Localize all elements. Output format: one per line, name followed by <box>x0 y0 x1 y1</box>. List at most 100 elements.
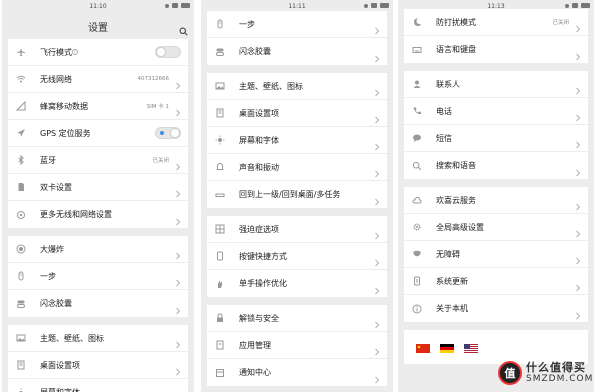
setting-row-7[interactable]: 强迫症选项 <box>207 216 387 243</box>
watermark-en: SMZDM.COM <box>526 374 594 384</box>
setting-row-8[interactable]: 按键快捷方式 <box>207 243 387 270</box>
setting-row-10[interactable]: 关于本机 <box>404 295 588 322</box>
one-step-icon <box>215 19 225 29</box>
usa-flag-icon <box>464 338 478 357</box>
gear-icon <box>412 222 422 232</box>
setting-row-6[interactable]: 欢喜云服务 <box>404 187 588 214</box>
setting-label: 桌面设置项 <box>239 108 279 118</box>
chevron-right-icon <box>374 280 380 294</box>
chevron-right-icon <box>575 80 581 95</box>
search-voice-icon <box>412 161 422 171</box>
setting-row-5[interactable]: 搜索和语音 <box>404 152 588 179</box>
setting-row-8[interactable]: 一步 <box>8 263 188 290</box>
setting-label: 蓝牙 <box>40 155 56 165</box>
chevron-right-icon <box>175 245 181 260</box>
chevron-right-icon <box>175 156 181 171</box>
setting-row-6[interactable]: 回到上一级/回到桌面/多任务 <box>207 181 387 208</box>
desktop-icon <box>215 108 225 118</box>
setting-row-7[interactable]: 大爆炸 <box>8 236 188 263</box>
sim-card-icon <box>16 182 26 192</box>
setting-row-1[interactable]: 语言和键盘 <box>404 36 588 63</box>
grid-icon <box>215 224 225 234</box>
settings-list: 飞行模式 i 无线网络 407312666 蜂窝移动数据 SIM 卡 1 GPS 定位服务蓝… <box>2 39 194 392</box>
setting-label: 短信 <box>436 133 452 143</box>
info-icon[interactable]: i <box>72 49 78 55</box>
setting-row-11[interactable]: 桌面设置项 <box>8 352 188 379</box>
chevron-right-icon <box>374 136 380 151</box>
watermark-logo: 值 <box>498 361 522 385</box>
setting-row-6[interactable]: 更多无线和网络设置 <box>8 201 188 228</box>
watermark-cn: 什么值得买 <box>526 361 586 374</box>
contacts-icon <box>412 79 422 89</box>
cloud-icon <box>412 195 422 205</box>
setting-row-10[interactable]: 主题、壁纸、图标 <box>8 325 188 352</box>
setting-row-5[interactable]: 声音和振动 <box>207 154 387 181</box>
setting-label: 按键快捷方式 <box>239 251 287 261</box>
setting-label: 蜂窝移动数据 <box>40 101 88 111</box>
setting-label: 强迫症选项 <box>239 224 279 234</box>
setting-label: 无线网络 <box>40 74 72 84</box>
desktop-icon <box>16 360 26 370</box>
setting-row-3[interactable]: 电话 <box>404 98 588 125</box>
airplane-icon <box>16 47 26 57</box>
setting-label: 欢喜云服务 <box>436 195 476 205</box>
setting-row-7[interactable]: 全局高级设置 <box>404 214 588 241</box>
theme-icon <box>215 81 225 91</box>
chevron-right-icon <box>374 314 380 329</box>
setting-row-2[interactable]: 联系人 <box>404 71 588 98</box>
chevron-right-icon <box>175 389 181 392</box>
settings-screen-3: 11:13设置防打扰模式已关闭语言和键盘联系人电话短信搜索和语音欢喜云服务全局高… <box>398 0 594 392</box>
setting-row-2[interactable]: 蜂窝移动数据 SIM 卡 1 <box>8 93 188 120</box>
setting-row-10[interactable]: 解锁与安全 <box>207 305 387 332</box>
location-icon <box>16 128 26 138</box>
setting-row-12[interactable]: 通知中心 <box>207 359 387 386</box>
one-step-icon <box>16 271 26 281</box>
setting-row-0[interactable]: 防打扰模式 已关闭 <box>404 9 588 36</box>
setting-label: 一步 <box>40 271 56 281</box>
setting-row-5[interactable]: 双卡设置 <box>8 174 188 201</box>
setting-row-9[interactable]: 闪念胶囊 <box>8 290 188 317</box>
chevron-right-icon <box>175 334 181 349</box>
setting-label: 一步 <box>239 19 255 29</box>
chevron-right-icon <box>374 191 380 205</box>
chevron-right-icon <box>374 369 380 383</box>
setting-row-0[interactable]: 一步 <box>207 11 387 38</box>
settings-list: 防打扰模式 已关闭 语言和键盘联系人 电话短信搜索和语音欢喜云服务全局高级设置无障碍系… <box>398 9 594 364</box>
setting-row-4[interactable]: 屏幕和字体 <box>207 127 387 154</box>
chevron-right-icon <box>575 107 581 122</box>
setting-row-4[interactable]: 蓝牙 已关闭 <box>8 147 188 174</box>
setting-row-3[interactable]: GPS 定位服务 <box>8 120 188 147</box>
setting-value: SIM 卡 1 <box>146 104 169 110</box>
setting-row-4[interactable]: 短信 <box>404 125 588 152</box>
setting-value: 已关闭 <box>152 158 169 164</box>
chevron-right-icon <box>374 48 380 62</box>
airplane-mode-toggle[interactable] <box>155 46 181 58</box>
setting-label: 飞行模式 <box>40 47 72 57</box>
setting-label: 屏幕和字体 <box>239 135 279 145</box>
search-icon[interactable] <box>179 21 188 36</box>
setting-row-12[interactable]: 屏幕和字体 <box>8 379 188 392</box>
chevron-right-icon <box>575 46 581 60</box>
settings-group: 联系人 电话短信搜索和语音 <box>404 71 588 179</box>
settings-group: 大爆炸一步闪念胶囊 <box>8 236 188 317</box>
chevron-right-icon <box>374 252 380 267</box>
setting-row-1[interactable]: 无线网络 407312666 <box>8 66 188 93</box>
setting-row-2[interactable]: 主题、壁纸、图标 <box>207 73 387 100</box>
setting-row-3[interactable]: 桌面设置项 <box>207 100 387 127</box>
gps-toggle[interactable] <box>155 127 181 139</box>
setting-row-9[interactable]: 系统更新 <box>404 268 588 295</box>
chevron-right-icon <box>374 20 380 35</box>
setting-label: 全局高级设置 <box>436 222 484 232</box>
setting-row-8[interactable]: 无障碍 <box>404 241 588 268</box>
setting-row-0[interactable]: 飞行模式 i <box>8 39 188 66</box>
home-bar-icon <box>215 190 225 200</box>
phone-icon <box>412 106 422 116</box>
setting-row-11[interactable]: 应用管理 <box>207 332 387 359</box>
setting-row-1[interactable]: 闪念胶囊 <box>207 38 387 65</box>
setting-row-9[interactable]: 单手操作优化 <box>207 270 387 297</box>
setting-label: 搜索和语音 <box>436 161 476 170</box>
setting-label: 更多无线和网络设置 <box>40 210 112 219</box>
chevron-right-icon <box>575 196 581 211</box>
chevron-right-icon <box>575 223 581 238</box>
chevron-right-icon <box>374 109 380 124</box>
